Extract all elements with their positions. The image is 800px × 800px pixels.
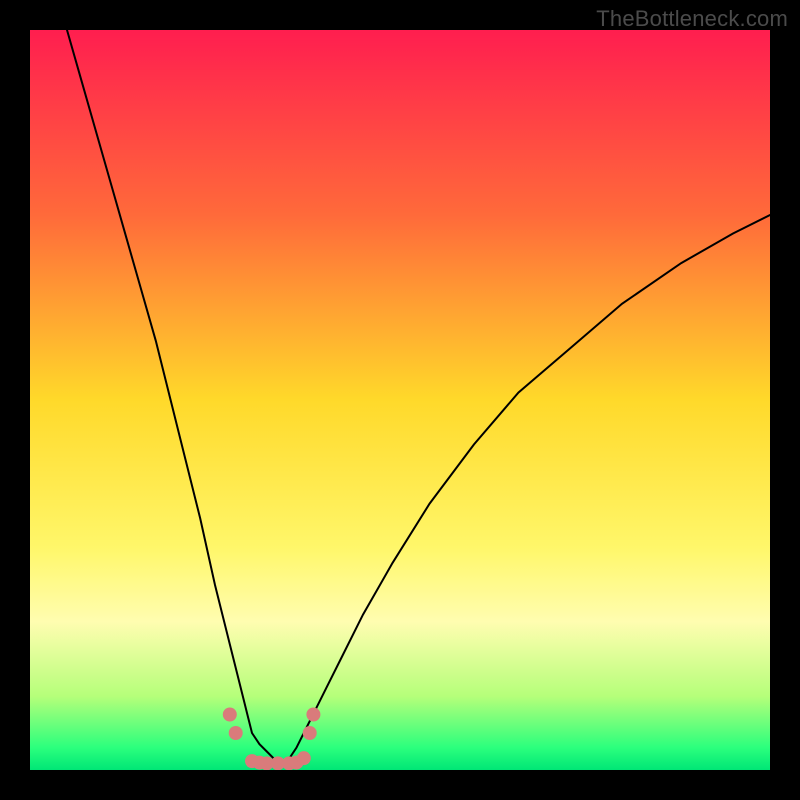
dots-point	[297, 751, 311, 765]
chart-frame: TheBottleneck.com	[0, 0, 800, 800]
dots-point	[303, 726, 317, 740]
dots-point	[229, 726, 243, 740]
bottleneck-curve-plot	[30, 30, 770, 770]
watermark-text: TheBottleneck.com	[596, 6, 788, 32]
dots-point	[223, 708, 237, 722]
dots-point	[306, 708, 320, 722]
plot-background	[30, 30, 770, 770]
